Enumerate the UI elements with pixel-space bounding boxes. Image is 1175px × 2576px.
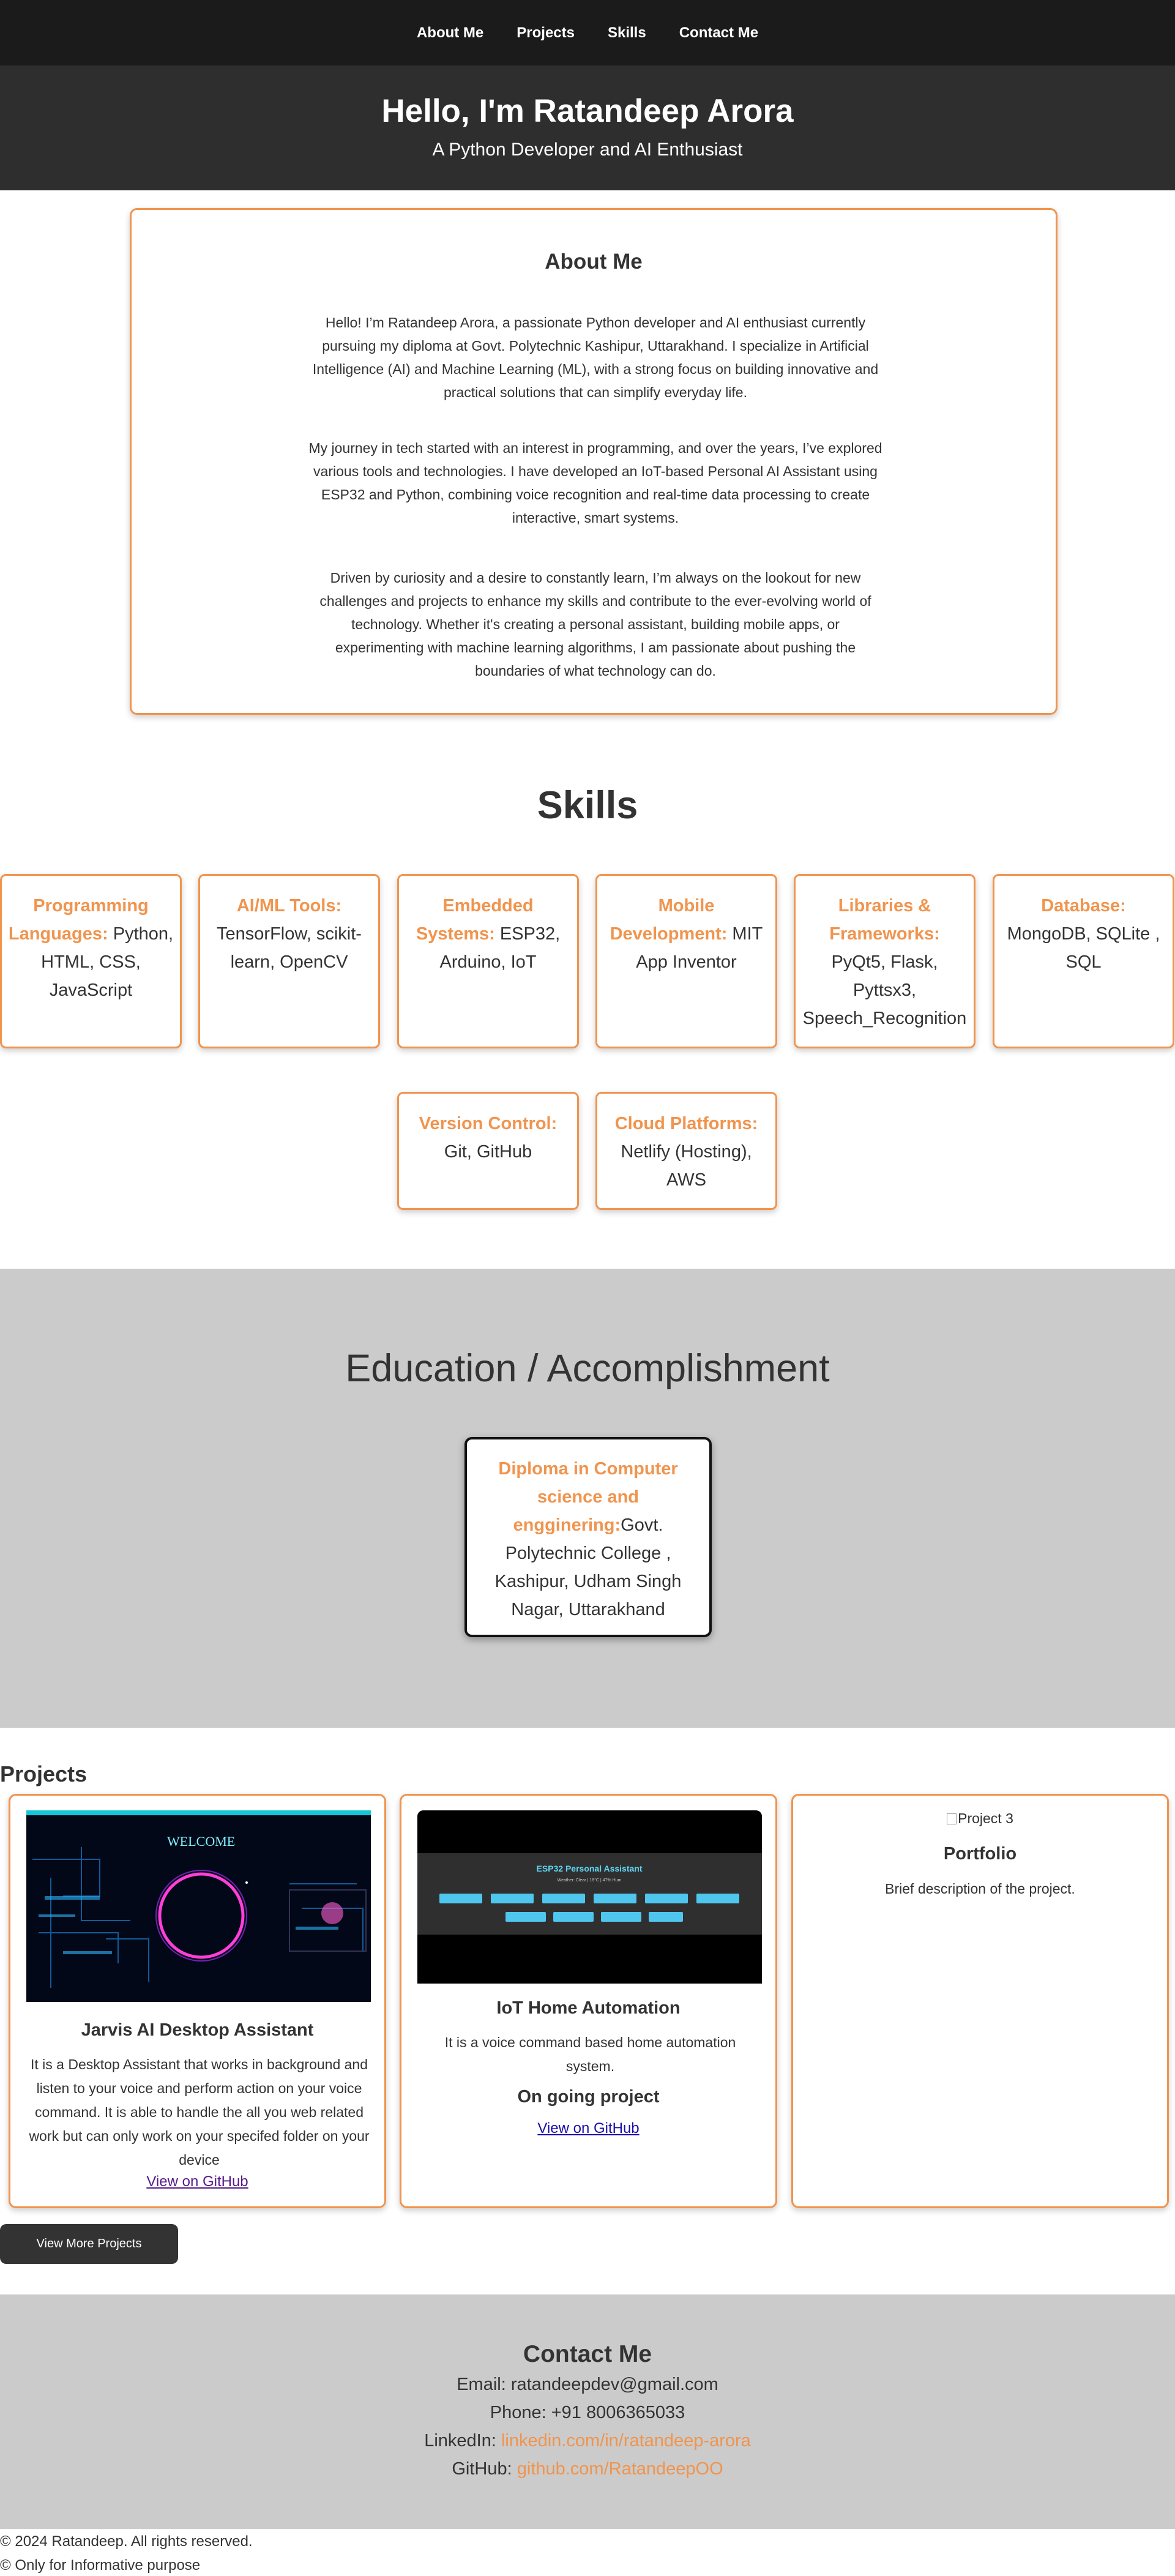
broken-image-icon <box>947 1813 957 1824</box>
view-more-projects-button[interactable]: View More Projects <box>0 2224 178 2264</box>
project-title: Jarvis AI Desktop Assistant <box>81 2020 314 2040</box>
contact-section: Contact Me Email: ratandeepdev@gmail.com… <box>0 2294 1175 2529</box>
project-image-alt: Project 3 <box>958 1810 1013 1826</box>
contact-email: ratandeepdev@gmail.com <box>510 2375 718 2394</box>
contact-github-label: GitHub: <box>452 2459 517 2479</box>
project-description: It is a voice command based home automat… <box>444 2034 736 2074</box>
thumbnail-welcome-text: WELCOME <box>167 1834 235 1849</box>
about-paragraph: Hello! I’m Ratandeep Arora, a passionate… <box>312 315 879 400</box>
skill-label: AI/ML Tools: <box>236 896 342 916</box>
skill-value: TensorFlow, scikit-learn, OpenCV <box>217 924 362 972</box>
project-title: IoT Home Automation <box>496 1998 681 2018</box>
skill-value: Netlify (Hosting), AWS <box>621 1142 752 1190</box>
hero-banner: Hello, I'm Ratandeep Arora A Python Deve… <box>0 65 1175 190</box>
education-card: Diploma in Computer science and engginer… <box>464 1437 712 1637</box>
project-image-placeholder: Project 3 <box>793 1810 1167 1827</box>
project-github-link[interactable]: View on GitHub <box>10 2173 384 2190</box>
skill-card: Libraries & Frameworks: PyQt5, Flask, Py… <box>794 874 975 1048</box>
skill-label: Cloud Platforms: <box>614 1114 758 1133</box>
skill-label: Libraries & Frameworks: <box>829 896 940 944</box>
project-github-link[interactable]: View on GitHub <box>401 2120 775 2137</box>
education-title: Education / Accomplishment <box>345 1347 830 1390</box>
skills-title: Skills <box>537 784 638 827</box>
project-description: It is a Desktop Assistant that works in … <box>29 2056 370 2168</box>
contact-linkedin-label: LinkedIn: <box>424 2431 501 2451</box>
skill-value: MongoDB, SQLite , SQL <box>1007 924 1160 972</box>
contact-title: Contact Me <box>523 2341 652 2367</box>
project-thumbnail: ESP32 Personal Assistant Weather: Clear … <box>417 1810 762 1984</box>
skill-card: Database: MongoDB, SQLite , SQL <box>993 874 1174 1048</box>
project-card: WELCOME Jarvis AI Desktop Assistant It i… <box>9 1794 386 2208</box>
project-thumbnail: WELCOME <box>26 1810 371 2002</box>
education-section: Education / Accomplishment Diploma in Co… <box>0 1269 1175 1728</box>
skill-label: Version Control: <box>419 1114 558 1133</box>
skill-label: Database: <box>1041 896 1126 916</box>
contact-linkedin-row: LinkedIn: linkedin.com/in/ratandeep-aror… <box>0 2431 1175 2451</box>
contact-email-label: Email: <box>457 2375 511 2394</box>
skill-card: AI/ML Tools: TensorFlow, scikit-learn, O… <box>198 874 380 1048</box>
skill-card: Version Control: Git, GitHub <box>397 1092 579 1210</box>
project-card: ESP32 Personal Assistant Weather: Clear … <box>400 1794 777 2208</box>
project-description: Brief description of the project. <box>885 1881 1075 1897</box>
footer-copyright: © 2024 Ratandeep. All rights reserved. <box>0 2533 253 2550</box>
hero-subtitle: A Python Developer and AI Enthusiast <box>432 140 743 160</box>
about-paragraph: My journey in tech started with an inter… <box>308 440 882 526</box>
nav-link-about[interactable]: About Me <box>417 24 483 42</box>
skill-card: Cloud Platforms: Netlify (Hosting), AWS <box>595 1092 777 1210</box>
projects-title: Projects <box>0 1761 88 1786</box>
project-title: Portfolio <box>943 1844 1017 1864</box>
top-navigation: About Me Projects Skills Contact Me <box>0 0 1175 65</box>
contact-phone: +91 8006365033 <box>551 2403 685 2422</box>
skill-card: Embedded Systems: ESP32, Arduino, IoT <box>397 874 579 1048</box>
hero-title: Hello, I'm Ratandeep Arora <box>381 93 794 129</box>
nav-link-projects[interactable]: Projects <box>517 24 575 42</box>
skill-value: Git, GitHub <box>444 1142 532 1162</box>
contact-phone-label: Phone: <box>490 2403 551 2422</box>
thumbnail-title-text: ESP32 Personal Assistant <box>536 1864 642 1873</box>
about-section: About Me Hello! I’m Ratandeep Arora, a p… <box>130 208 1058 715</box>
contact-github-row: GitHub: github.com/RatandeepOO <box>0 2459 1175 2479</box>
contact-phone-row: Phone: +91 8006365033 <box>0 2403 1175 2423</box>
linkedin-link[interactable]: linkedin.com/in/ratandeep-arora <box>501 2431 751 2451</box>
contact-email-row: Email: ratandeepdev@gmail.com <box>0 2375 1175 2395</box>
skill-value: PyQt5, Flask, Pyttsx3, Speech_Recognitio… <box>802 952 967 1028</box>
skill-label: Mobile Development: <box>610 896 728 944</box>
nav-link-skills[interactable]: Skills <box>608 24 646 42</box>
about-title: About Me <box>545 250 643 274</box>
skill-card: Mobile Development: MIT App Inventor <box>595 874 777 1048</box>
project-card: Project 3 Portfolio Brief description of… <box>791 1794 1169 2208</box>
project-status: On going project <box>517 2087 660 2107</box>
thumbnail-subtitle-text: Weather: Clear | 18°C | 47% Hum <box>558 1878 622 1883</box>
github-link[interactable]: github.com/RatandeepOO <box>517 2459 723 2479</box>
about-paragraph: Driven by curiosity and a desire to cons… <box>319 570 871 679</box>
nav-link-contact[interactable]: Contact Me <box>679 24 758 42</box>
skill-card: Programming Languages: Python, HTML, CSS… <box>0 874 182 1048</box>
footer-note: © Only for Informative purpose <box>0 2557 201 2574</box>
